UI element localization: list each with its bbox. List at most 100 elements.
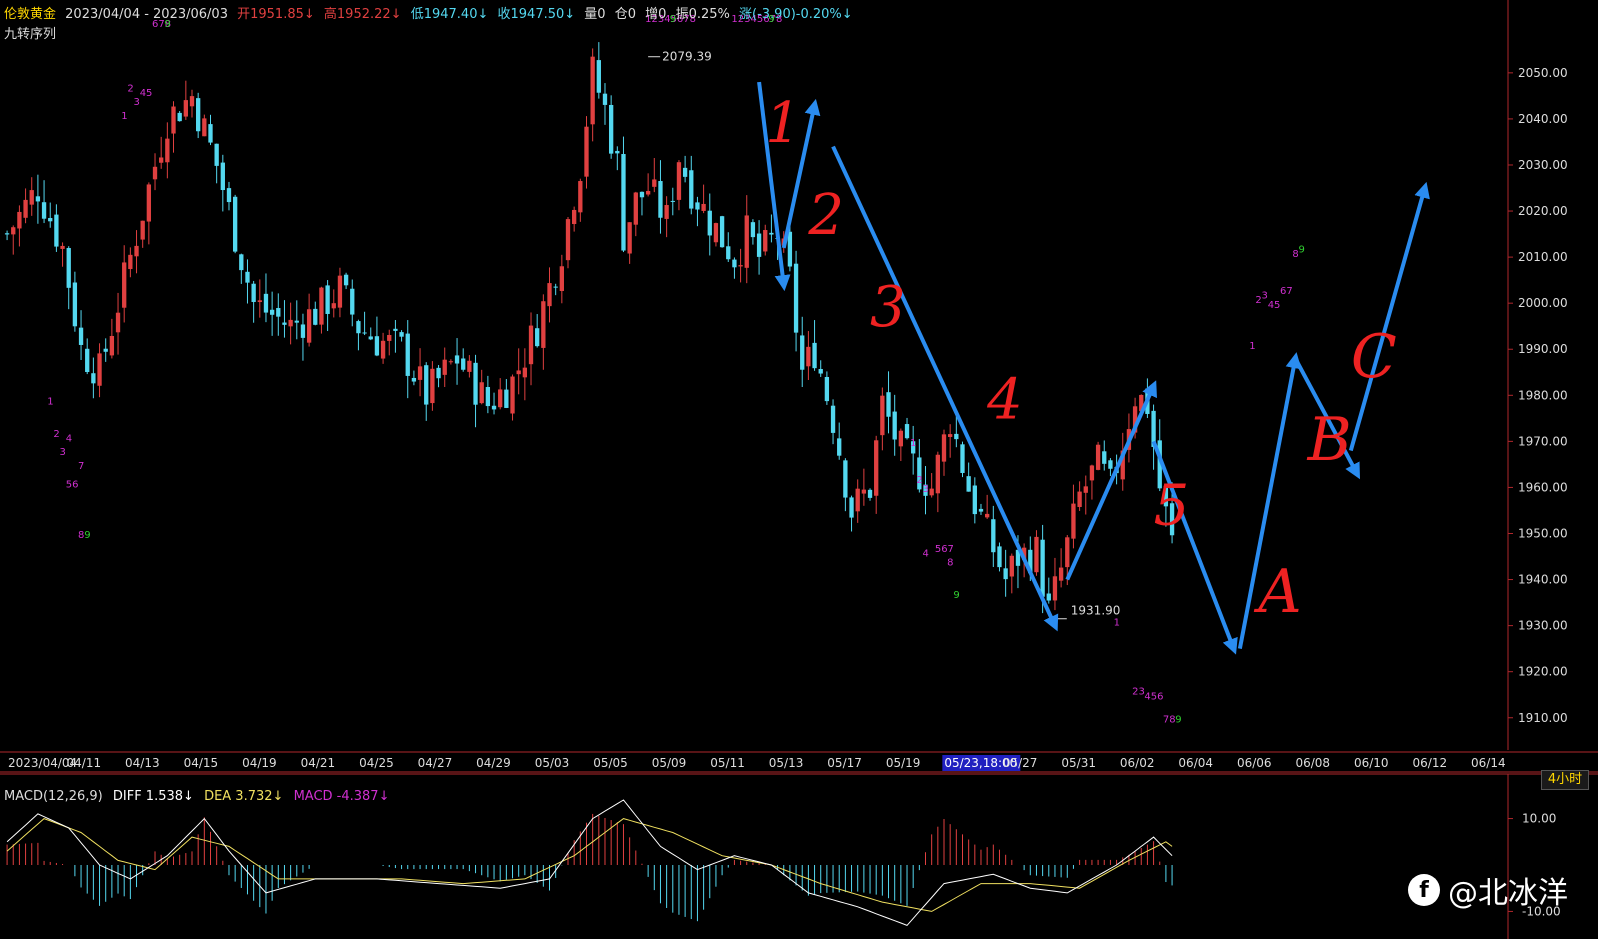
volume-value: 量0 bbox=[584, 7, 606, 22]
amplitude-value: 振0.25% bbox=[675, 7, 730, 22]
candle-body bbox=[701, 203, 706, 211]
candle-body bbox=[140, 220, 145, 240]
macd-layer: -10.0010.00 bbox=[6, 799, 1561, 926]
candle-body bbox=[306, 309, 312, 343]
wave-label: 3 bbox=[870, 275, 906, 340]
candle-body bbox=[1083, 486, 1088, 493]
td-count: 56 bbox=[66, 479, 79, 490]
candle-body bbox=[960, 444, 965, 473]
price-tick-label: 2040.00 bbox=[1518, 112, 1568, 126]
td-count: 45 bbox=[140, 88, 153, 99]
candle-body bbox=[485, 387, 491, 407]
candle-body bbox=[288, 319, 293, 327]
td-count: 9 bbox=[1299, 245, 1305, 256]
candle-body bbox=[72, 282, 78, 327]
candle-body bbox=[713, 223, 719, 243]
candle-body bbox=[867, 489, 873, 498]
facebook-icon: f bbox=[1408, 874, 1440, 906]
td-count: 2 bbox=[127, 83, 133, 94]
time-tick-label: 06/10 bbox=[1354, 756, 1389, 770]
candle-body bbox=[1003, 568, 1008, 580]
candle-body bbox=[115, 312, 121, 333]
candle-body bbox=[652, 179, 657, 187]
candle-body bbox=[941, 434, 947, 462]
candle-body bbox=[1058, 567, 1064, 581]
candle-body bbox=[183, 100, 188, 117]
time-tick-label: 04/29 bbox=[476, 756, 511, 770]
candle-body bbox=[48, 218, 53, 222]
high-label: 2079.39 bbox=[662, 50, 712, 64]
td-count: 4 bbox=[923, 549, 929, 560]
candle-body bbox=[1034, 536, 1039, 573]
time-tick-label: 06/08 bbox=[1295, 756, 1330, 770]
price-tick-label: 1920.00 bbox=[1518, 665, 1568, 679]
candle-body bbox=[824, 376, 830, 402]
price-tick-label: 2050.00 bbox=[1518, 66, 1568, 80]
candle-body bbox=[66, 248, 71, 288]
candle-body bbox=[627, 222, 632, 254]
candle-body bbox=[984, 513, 990, 518]
candle-body bbox=[695, 202, 700, 210]
candle-body bbox=[134, 245, 139, 257]
diff-line bbox=[6, 799, 1173, 926]
candle-body bbox=[152, 166, 158, 180]
candle-body bbox=[719, 216, 725, 248]
candle-body bbox=[565, 219, 571, 261]
time-tick-label: 05/19 bbox=[886, 756, 921, 770]
price-tick-label: 1940.00 bbox=[1518, 573, 1568, 587]
candle-body bbox=[491, 405, 497, 410]
candle-body bbox=[547, 283, 552, 307]
td-count: 9 bbox=[84, 530, 90, 541]
high-value: 高1952.22↓ bbox=[323, 7, 402, 22]
candle-body bbox=[269, 309, 275, 315]
candle-body bbox=[208, 124, 213, 143]
candle-body bbox=[239, 254, 244, 271]
candle-body bbox=[350, 288, 355, 315]
macd-tick-label: 10.00 bbox=[1522, 812, 1556, 826]
candle-body bbox=[812, 342, 817, 369]
candle-body bbox=[553, 286, 558, 288]
candle-body bbox=[763, 230, 768, 252]
td-count: 1 bbox=[1114, 618, 1120, 629]
price-tick-label: 1910.00 bbox=[1518, 711, 1568, 725]
candle-body bbox=[97, 353, 102, 386]
candle-body bbox=[189, 96, 195, 107]
time-tick-label: 04/11 bbox=[67, 756, 102, 770]
candle-body bbox=[103, 348, 108, 352]
candle-body bbox=[35, 196, 41, 202]
td-count: 567 bbox=[935, 544, 954, 555]
candle-body bbox=[442, 359, 447, 375]
open-value: 开1951.85↓ bbox=[237, 7, 315, 22]
candle-body bbox=[411, 377, 417, 382]
candle-body bbox=[177, 112, 182, 122]
price-axis: 1910.00 1920.00 1930.00 1940.00 1950.00 1960.… bbox=[1508, 66, 1568, 725]
candle-body bbox=[978, 508, 984, 512]
candle-body bbox=[787, 231, 793, 267]
symbol-name[interactable]: 伦敦黄金 bbox=[4, 7, 56, 22]
candle-body bbox=[682, 167, 688, 177]
candle-body bbox=[645, 190, 651, 195]
td-count: 8 bbox=[947, 558, 953, 569]
price-tick-label: 2010.00 bbox=[1518, 250, 1568, 264]
candle-body bbox=[966, 476, 971, 492]
watermark: f @北冰洋 bbox=[1408, 868, 1568, 912]
candle-body bbox=[744, 215, 749, 268]
candle-body bbox=[689, 170, 694, 209]
price-tick-label: 2030.00 bbox=[1518, 158, 1568, 172]
td-count: 1 bbox=[1249, 341, 1255, 352]
candle-body bbox=[658, 181, 663, 218]
candle-body bbox=[818, 368, 823, 374]
price-tick-label: 1990.00 bbox=[1518, 342, 1568, 356]
candle-body bbox=[11, 227, 16, 235]
candle-body bbox=[639, 191, 645, 198]
macd-name[interactable]: MACD(12,26,9) bbox=[4, 789, 103, 804]
td-count: 1 bbox=[910, 438, 916, 449]
close-value: 收1947.50↓ bbox=[497, 7, 576, 22]
candle-body bbox=[793, 263, 799, 333]
candle-body bbox=[584, 126, 589, 177]
td-count: 67 bbox=[1280, 286, 1293, 297]
candle-body bbox=[596, 60, 601, 93]
period-selector[interactable]: 4小时 bbox=[1541, 770, 1589, 790]
indicator-label[interactable]: 九转序列 bbox=[4, 23, 56, 42]
candle-body bbox=[800, 335, 805, 370]
